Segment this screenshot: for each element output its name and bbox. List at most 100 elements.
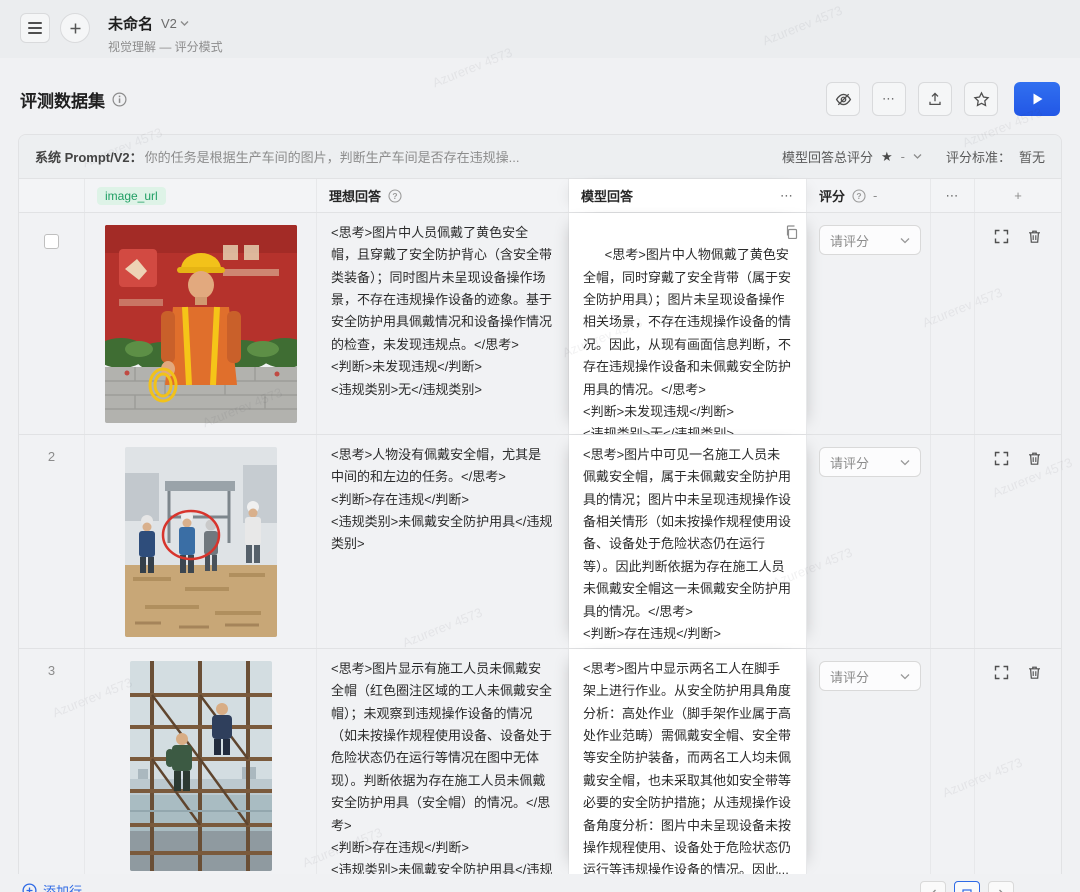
row-index: 3 (19, 649, 85, 874)
version-label: V2 (161, 16, 177, 31)
copy-icon[interactable] (784, 225, 798, 239)
score-mode-value: - (901, 149, 905, 164)
system-prompt-label: 系统 Prompt/V2： (35, 147, 143, 166)
more-options-button[interactable]: ⋯ (872, 82, 906, 116)
ideal-answer-cell[interactable]: <思考>人物没有佩戴安全帽，尤其是中间的和左边的任务。</思考> <判断>存在违… (317, 435, 569, 648)
pagination-button[interactable] (954, 881, 980, 892)
chevron-down-icon (900, 459, 910, 466)
table-row: <思考>图片中人员佩戴了黄色安全帽，且穿戴了安全防护背心（含安全带类装备）；同时… (19, 213, 1061, 435)
score-cell: 请评分 (807, 649, 931, 874)
score-label: 评分 (819, 186, 845, 205)
score-select[interactable]: 请评分 (819, 661, 921, 691)
play-icon (1031, 92, 1044, 106)
info-icon[interactable] (112, 92, 127, 107)
expand-icon[interactable] (994, 229, 1009, 244)
total-score-label: 模型回答总评分 (782, 147, 873, 166)
table-row: 3 (19, 649, 1061, 874)
expand-icon[interactable] (994, 665, 1009, 680)
star-icon (973, 91, 990, 108)
criteria-value[interactable]: 暂无 (1019, 147, 1045, 166)
row-checkbox[interactable] (44, 234, 59, 249)
model-answer-cell[interactable]: <思考>图片中人物佩戴了黄色安全帽，同时穿戴了安全背带（属于安全防护用具）；图片… (569, 213, 807, 434)
score-filter-value[interactable]: - (873, 188, 877, 203)
image-url-tag: image_url (97, 187, 166, 205)
row-more-cell (931, 435, 975, 648)
score-select[interactable]: 请评分 (819, 225, 921, 255)
topbar: 未命名 V2 视觉理解 — 评分模式 (0, 0, 1080, 58)
hide-columns-button[interactable] (826, 82, 860, 116)
svg-text:?: ? (856, 191, 861, 201)
delete-icon[interactable] (1027, 229, 1042, 244)
score-placeholder: 请评分 (830, 667, 869, 686)
mode-subtitle: 视觉理解 — 评分模式 (108, 38, 223, 55)
more-icon: ⋯ (882, 91, 896, 107)
chevron-down-icon (900, 237, 910, 244)
table-header-row: image_url 理想回答 ? 模型回答 ⋯ 评分 ? - ⋯ + (19, 179, 1061, 213)
plus-icon: + (1014, 188, 1022, 203)
new-item-button[interactable] (60, 13, 90, 43)
expand-icon[interactable] (994, 451, 1009, 466)
svg-text:?: ? (392, 191, 397, 201)
pagination-button[interactable] (920, 881, 946, 892)
hamburger-icon (28, 27, 42, 29)
pagination-button[interactable] (988, 881, 1014, 892)
header-row-more[interactable]: ⋯ (931, 179, 975, 212)
upload-icon (927, 91, 943, 107)
row-more-cell (931, 213, 975, 434)
add-row-button[interactable]: 添加行 (22, 881, 82, 892)
score-placeholder: 请评分 (830, 453, 869, 472)
add-row-label: 添加行 (43, 881, 82, 892)
row-image-cell (85, 435, 317, 648)
score-cell: 请评分 (807, 435, 931, 648)
header-image-url[interactable]: image_url (85, 179, 317, 212)
page-title-text: 评测数据集 (20, 87, 105, 112)
row-actions-cell (975, 213, 1061, 434)
help-icon[interactable]: ? (388, 189, 402, 203)
favorite-button[interactable] (964, 82, 998, 116)
model-answer-cell[interactable]: <思考>图片中可见一名施工人员未佩戴安全帽，属于未佩戴安全防护用具的情况；图片中… (569, 435, 807, 648)
row-actions-cell (975, 435, 1061, 648)
score-cell: 请评分 (807, 213, 931, 434)
model-answer-cell[interactable]: <思考>图片中显示两名工人在脚手架上进行作业。从安全防护用具角度分析：高处作业（… (569, 649, 807, 874)
row-more-cell (931, 649, 975, 874)
plus-icon (69, 22, 82, 35)
system-prompt-bar: 系统 Prompt/V2： 你的任务是根据生产车间的图片，判断生产车间是否存在违… (19, 135, 1061, 179)
circle-plus-icon (22, 883, 37, 892)
score-select[interactable]: 请评分 (819, 447, 921, 477)
header-score[interactable]: 评分 ? - (807, 179, 931, 212)
eye-off-icon (835, 91, 852, 108)
model-answer-label: 模型回答 (581, 186, 633, 205)
menu-button[interactable] (20, 13, 50, 43)
score-star-icon[interactable]: ★ (881, 149, 893, 165)
page-head: 评测数据集 ⋯ (20, 82, 1060, 116)
chevron-down-icon (900, 673, 910, 680)
ideal-answer-cell[interactable]: <思考>图片显示有施工人员未佩戴安全帽（红色圈注区域的工人未佩戴安全帽）；未观察… (317, 649, 569, 874)
row-image-thumbnail[interactable] (130, 661, 272, 871)
chevron-down-icon[interactable] (913, 153, 922, 160)
header-model-answer[interactable]: 模型回答 ⋯ (569, 179, 807, 212)
table-footer: 添加行 (0, 876, 1080, 892)
dataset-table: 系统 Prompt/V2： 你的任务是根据生产车间的图片，判断生产车间是否存在违… (18, 134, 1062, 874)
score-placeholder: 请评分 (830, 231, 869, 250)
row-image-cell (85, 649, 317, 874)
system-prompt-text[interactable]: 你的任务是根据生产车间的图片，判断生产车间是否存在违规操... (145, 147, 520, 166)
row-image-thumbnail[interactable] (125, 447, 277, 637)
delete-icon[interactable] (1027, 451, 1042, 466)
doc-title: 未命名 (108, 13, 153, 34)
version-switcher[interactable]: V2 (161, 16, 189, 31)
add-column-button[interactable]: + (975, 179, 1061, 212)
run-button[interactable] (1014, 82, 1060, 116)
more-icon: ⋯ (946, 188, 960, 204)
row-image-thumbnail[interactable] (105, 225, 297, 423)
column-more-icon[interactable]: ⋯ (780, 188, 794, 204)
table-row: 2 (19, 435, 1061, 649)
header-ideal-answer[interactable]: 理想回答 ? (317, 179, 569, 212)
row-index: 2 (19, 435, 85, 648)
ideal-answer-cell[interactable]: <思考>图片中人员佩戴了黄色安全帽，且穿戴了安全防护背心（含安全带类装备）；同时… (317, 213, 569, 434)
page-title: 评测数据集 (20, 87, 127, 112)
row-select-cell (19, 213, 85, 434)
help-icon[interactable]: ? (852, 189, 866, 203)
row-image-cell (85, 213, 317, 434)
delete-icon[interactable] (1027, 665, 1042, 680)
export-button[interactable] (918, 82, 952, 116)
